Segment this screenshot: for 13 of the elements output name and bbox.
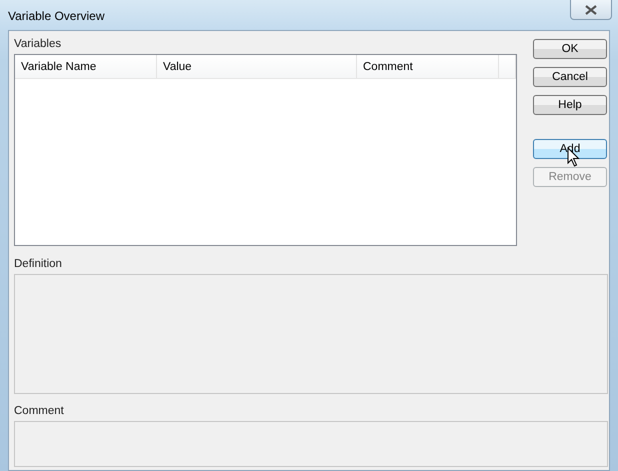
close-icon bbox=[585, 4, 597, 14]
dialog-button[interactable]: Cancel bbox=[533, 67, 607, 87]
definition-label: Definition bbox=[14, 257, 63, 271]
variables-label: Variables bbox=[14, 37, 62, 51]
dialog-button[interactable]: Help bbox=[533, 95, 607, 115]
window-title: Variable Overview bbox=[8, 9, 104, 23]
dialog-button[interactable]: OK bbox=[533, 39, 607, 59]
close-button[interactable] bbox=[570, 0, 612, 20]
column-header[interactable]: Comment bbox=[357, 55, 499, 78]
variables-list[interactable]: Variable Name Value Comment bbox=[14, 54, 517, 246]
comment-label: Comment bbox=[14, 404, 65, 418]
column-header[interactable]: Variable Name bbox=[15, 55, 157, 78]
column-header[interactable]: Value bbox=[157, 55, 357, 78]
